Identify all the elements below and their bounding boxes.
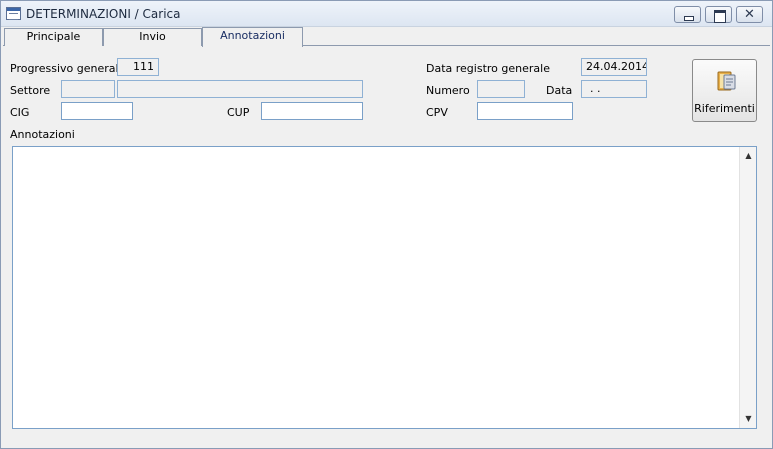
app-icon[interactable] bbox=[6, 7, 21, 20]
annotazioni-label: Annotazioni bbox=[10, 128, 75, 141]
riferimenti-label: Riferimenti bbox=[694, 102, 755, 115]
cig-label: CIG bbox=[10, 106, 30, 119]
settore-label: Settore bbox=[10, 84, 51, 97]
settore-description-field[interactable] bbox=[117, 80, 363, 98]
window-title: DETERMINAZIONI / Carica bbox=[26, 7, 181, 21]
settore-code-field[interactable] bbox=[61, 80, 115, 98]
tab-invio[interactable]: Invio bbox=[103, 28, 202, 46]
cig-input[interactable] bbox=[61, 102, 133, 120]
data-registro-field[interactable]: 24.04.2014 bbox=[581, 58, 647, 76]
data-field[interactable]: . . bbox=[581, 80, 647, 98]
window: DETERMINAZIONI / Carica ✕ Principale Inv… bbox=[0, 0, 773, 449]
tab-principale[interactable]: Principale bbox=[4, 28, 103, 46]
tab-annotazioni[interactable]: Annotazioni bbox=[202, 27, 303, 47]
minimize-button[interactable] bbox=[674, 6, 701, 23]
progressivo-label: Progressivo generale bbox=[10, 62, 126, 75]
title-bar[interactable]: DETERMINAZIONI / Carica ✕ bbox=[1, 1, 772, 27]
restore-icon bbox=[706, 7, 731, 23]
restore-button[interactable] bbox=[705, 6, 732, 23]
vertical-scrollbar[interactable]: ▲ ▼ bbox=[739, 147, 756, 428]
cup-label: CUP bbox=[227, 106, 250, 119]
cup-input[interactable] bbox=[261, 102, 363, 120]
cpv-label: CPV bbox=[426, 106, 448, 119]
riferimenti-button[interactable]: Riferimenti bbox=[692, 59, 757, 122]
close-button[interactable]: ✕ bbox=[736, 6, 763, 23]
data-label: Data bbox=[546, 84, 573, 97]
numero-label: Numero bbox=[426, 84, 470, 97]
close-icon: ✕ bbox=[744, 7, 755, 22]
minimize-icon bbox=[675, 7, 700, 22]
numero-field[interactable] bbox=[477, 80, 525, 98]
clipboard-icon bbox=[717, 71, 736, 91]
cpv-input[interactable] bbox=[477, 102, 573, 120]
progressivo-field[interactable]: 111 bbox=[117, 58, 159, 76]
annotazioni-textarea[interactable]: ▲ ▼ bbox=[12, 146, 757, 429]
scroll-up-icon[interactable]: ▲ bbox=[740, 148, 757, 164]
data-registro-label: Data registro generale bbox=[426, 62, 550, 75]
scroll-down-icon[interactable]: ▼ bbox=[740, 411, 757, 427]
